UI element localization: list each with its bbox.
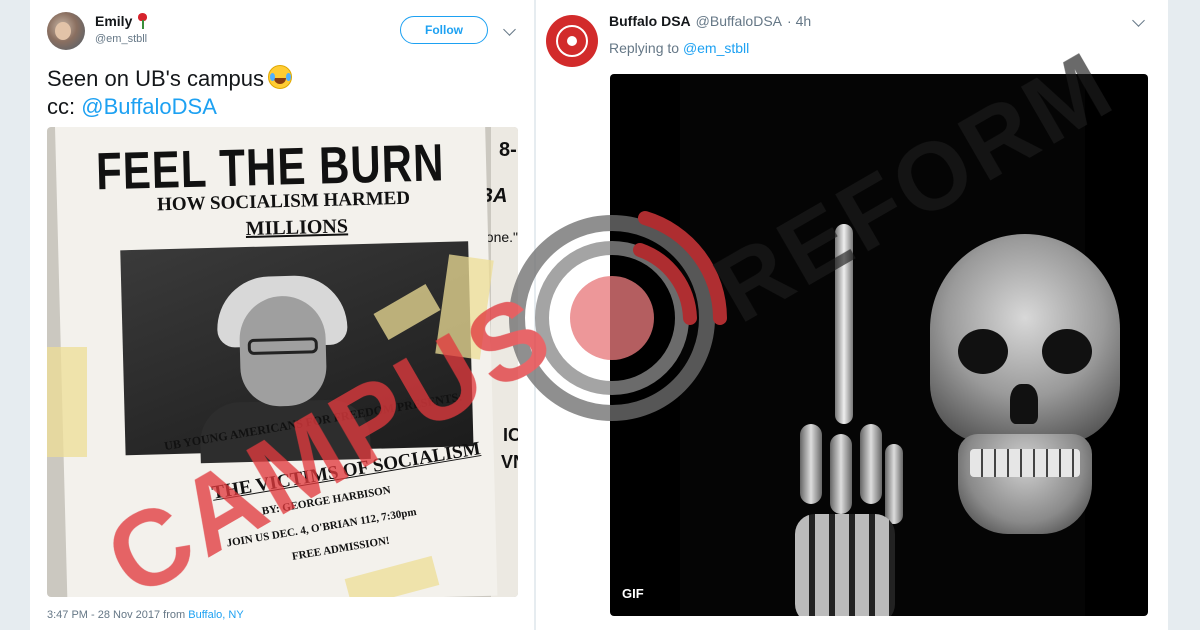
background-poster-text: 8- <box>499 139 517 161</box>
flyer-admission: FREE ADMISSION! <box>291 534 391 563</box>
timestamp-text: 3:47 PM - 28 Nov 2017 from <box>47 609 189 621</box>
tape <box>47 347 87 457</box>
background-poster-text: VNI <box>501 452 518 472</box>
author-handle[interactable]: @em_stbll <box>95 33 147 45</box>
flyer-subheadline-2: MILLIONS <box>245 215 349 241</box>
reply-tweet-card: Buffalo DSA @BuffaloDSA · 4h Replying to… <box>536 0 1168 630</box>
screenshot-stage: Emily @em_stbll Follow Seen on UB's camp… <box>0 0 1200 630</box>
background-poster-text: ICE S <box>503 425 518 445</box>
location-link[interactable]: Buffalo, NY <box>188 609 243 621</box>
gif-media[interactable]: GIF <box>610 74 1148 616</box>
tweet-time[interactable]: · 4h <box>787 13 811 29</box>
tweet-text-cc: cc: <box>47 94 82 119</box>
original-tweet-card: Emily @em_stbll Follow Seen on UB's camp… <box>30 0 534 630</box>
display-name[interactable]: Buffalo DSA <box>609 13 691 29</box>
avatar[interactable] <box>546 15 598 67</box>
replying-label: Replying to <box>609 40 683 56</box>
mention-link[interactable]: @BuffaloDSA <box>81 94 217 119</box>
tweet-text-line-1: Seen on UB's campus <box>47 66 264 91</box>
tweet-photo[interactable]: 8- .BA t zone." ICE S VNI FEEL THE BURN … <box>47 127 518 597</box>
follow-button[interactable]: Follow <box>400 16 488 44</box>
rose-icon <box>136 13 148 29</box>
gif-content <box>680 74 1120 616</box>
author-name-row: Emily <box>95 13 148 29</box>
mention-link[interactable]: @em_stbll <box>683 40 749 56</box>
skull <box>930 234 1120 544</box>
tweet-timestamp: 3:47 PM - 28 Nov 2017 from Buffalo, NY <box>47 609 244 621</box>
laughing-emoji-icon <box>267 65 292 89</box>
chevron-down-icon[interactable] <box>1132 14 1145 27</box>
skeleton-hand <box>790 224 910 616</box>
gif-badge: GIF <box>622 586 644 601</box>
tweet-text: Seen on UB's campus cc: @BuffaloDSA <box>47 65 517 121</box>
avatar[interactable] <box>47 12 85 50</box>
flyer: FEEL THE BURN HOW SOCIALISM HARMED MILLI… <box>55 127 498 597</box>
chevron-down-icon[interactable] <box>503 23 516 36</box>
author-handle[interactable]: @BuffaloDSA <box>696 13 782 29</box>
display-name[interactable]: Emily <box>95 13 132 29</box>
reply-author-row: Buffalo DSA @BuffaloDSA · 4h <box>609 13 811 29</box>
replying-to: Replying to @em_stbll <box>609 40 749 56</box>
